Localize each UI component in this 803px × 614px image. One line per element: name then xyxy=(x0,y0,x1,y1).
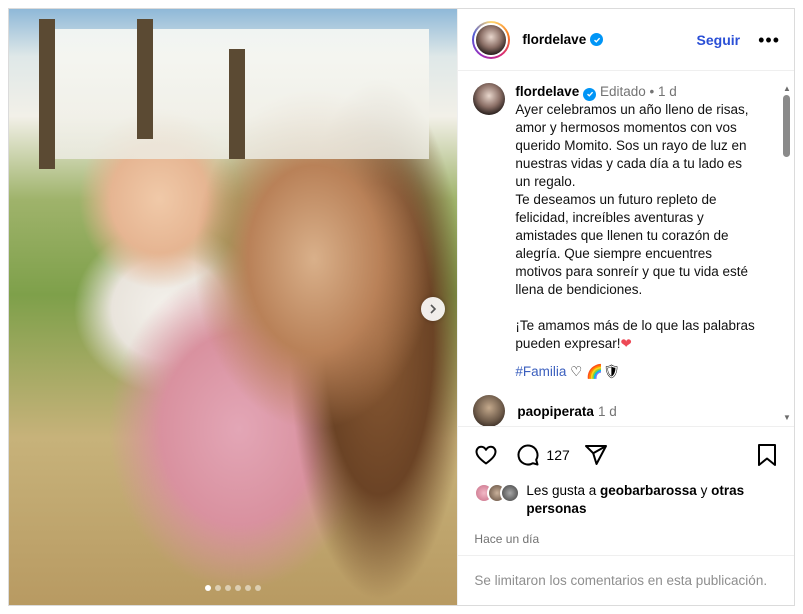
send-icon xyxy=(584,445,607,465)
liker-avatar xyxy=(500,483,521,503)
post-actions: 127 Les gusta a geobarbarossa y otras pe… xyxy=(458,426,794,546)
caption-time[interactable]: 1 d xyxy=(658,84,677,99)
heart-icon xyxy=(475,445,497,465)
more-options-icon[interactable]: ••• xyxy=(758,31,780,49)
liker-username[interactable]: geobarbarossa xyxy=(600,483,697,498)
carousel-dot[interactable] xyxy=(245,585,252,591)
post-timestamp[interactable]: Hace un día xyxy=(474,532,778,546)
photo-tree xyxy=(137,19,153,139)
comments-section[interactable]: flordelave Editado • 1 d Ayer celebramos… xyxy=(458,71,794,426)
carousel-dot[interactable] xyxy=(205,585,212,591)
comments-scrollbar[interactable]: ▲ ▼ xyxy=(783,85,791,430)
author-avatar[interactable] xyxy=(472,20,511,59)
caption-author[interactable]: flordelave xyxy=(515,84,579,99)
scroll-down-icon[interactable]: ▼ xyxy=(783,414,791,422)
verified-badge-icon xyxy=(583,87,597,101)
photo-tree xyxy=(229,49,245,159)
carousel-dot[interactable] xyxy=(225,585,232,591)
post-dialog: flordelave Seguir ••• flordelave Editado… xyxy=(8,8,795,606)
red-heart-emoji: ❤ xyxy=(620,336,632,351)
post-sidebar: flordelave Seguir ••• flordelave Editado… xyxy=(457,9,794,605)
edited-label: Editado xyxy=(599,84,646,99)
verified-badge-icon xyxy=(590,33,604,46)
scroll-up-icon[interactable]: ▲ xyxy=(783,85,791,93)
commenter-avatar[interactable] xyxy=(473,395,506,426)
meta-separator: • xyxy=(649,84,655,99)
comment-count: 127 xyxy=(546,447,570,463)
likes-summary: Les gusta a geobarbarossa y otras person… xyxy=(474,483,778,518)
carousel-dot[interactable] xyxy=(255,585,262,591)
carousel-dots xyxy=(9,585,457,591)
comments-limited-notice: Se limitaron los comentarios en esta pub… xyxy=(458,555,794,605)
follow-button[interactable]: Seguir xyxy=(697,32,741,48)
post-photo[interactable] xyxy=(9,9,458,605)
chevron-right-icon xyxy=(430,304,437,314)
likes-prefix: Les gusta a xyxy=(526,483,597,498)
liker-avatars[interactable] xyxy=(474,483,522,503)
next-slide-button[interactable] xyxy=(421,297,446,321)
caption-emojis: ♡ 🌈🛡 xyxy=(570,364,621,379)
likes-joiner: y xyxy=(700,483,708,498)
like-button[interactable] xyxy=(474,443,498,467)
comment-item: paopiperata 1 d xyxy=(473,395,772,426)
hashtag-link[interactable]: #Familia xyxy=(515,364,566,379)
comment-time[interactable]: 1 d xyxy=(598,404,617,419)
post-header: flordelave Seguir ••• xyxy=(458,9,794,71)
scrollbar-thumb[interactable] xyxy=(783,95,790,157)
caption: flordelave Editado • 1 d Ayer celebramos… xyxy=(473,83,772,381)
bookmark-icon xyxy=(758,444,776,466)
share-button[interactable] xyxy=(584,443,608,467)
save-button[interactable] xyxy=(756,443,778,467)
author-username[interactable]: flordelave xyxy=(522,32,586,47)
commenter-username[interactable]: paopiperata xyxy=(517,404,594,419)
caption-text: Ayer celebramos un año lleno de risas, a… xyxy=(515,102,755,351)
caption-avatar[interactable] xyxy=(473,83,506,115)
carousel-dot[interactable] xyxy=(215,585,222,591)
comment-button[interactable] xyxy=(516,443,540,467)
photo-tree xyxy=(39,19,55,169)
comment-icon xyxy=(517,444,539,466)
carousel-dot[interactable] xyxy=(235,585,242,591)
